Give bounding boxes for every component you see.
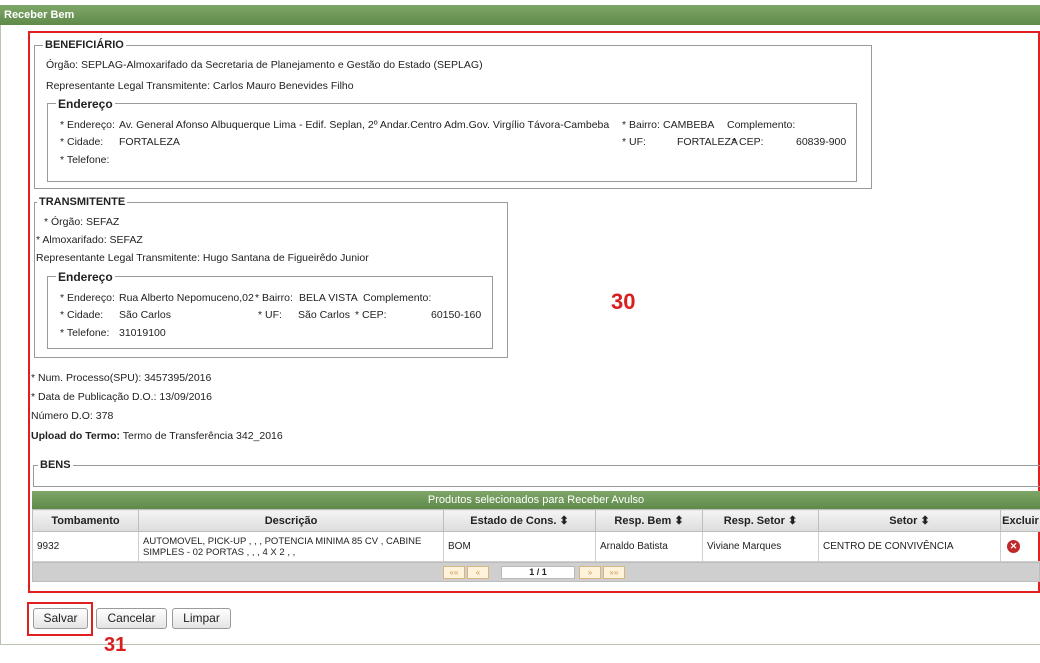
- bens-legend: BENS: [38, 459, 73, 471]
- cell-resp-setor: Viviane Marques: [702, 531, 819, 562]
- benef-cep-value: 60839-900: [796, 136, 847, 148]
- numero-do: Número D.O: 378: [31, 410, 114, 422]
- pager-prev-button[interactable]: «: [467, 566, 489, 579]
- annotation-label-31: 31: [104, 634, 127, 656]
- pager-current-page: 1 / 1: [501, 566, 575, 579]
- delete-icon[interactable]: ✕: [1007, 540, 1020, 553]
- beneficiario-legend: BENEFICIÁRIO: [43, 39, 126, 51]
- pager-next-button[interactable]: »: [579, 566, 601, 579]
- num-processo: * Num. Processo(SPU): 3457395/2016: [31, 372, 212, 384]
- benef-bairro-value: CAMBEBA: [663, 119, 715, 131]
- trans-cidade-label: * Cidade:: [60, 309, 104, 321]
- transmitente-almoxarifado: * Almoxarifado: SEFAZ: [36, 234, 143, 246]
- cell-descricao: AUTOMOVEL, PICK-UP , , , POTENCIA MINIMA…: [138, 531, 444, 562]
- cancelar-button[interactable]: Cancelar: [96, 608, 167, 629]
- trans-cidade-value: São Carlos: [119, 309, 171, 321]
- annotation-label-30: 30: [611, 289, 636, 314]
- pager-first-button[interactable]: ««: [443, 566, 465, 579]
- upload-termo-label: Upload do Termo:: [31, 430, 121, 442]
- trans-complemento-label: Complemento:: [363, 292, 432, 304]
- transmitente-legend: TRANSMITENTE: [37, 196, 128, 208]
- window-title: Receber Bem: [0, 5, 1040, 25]
- transmitente-representante: Representante Legal Transmitente: Hugo S…: [36, 252, 369, 264]
- grid-title: Produtos selecionados para Receber Avuls…: [32, 491, 1040, 509]
- receber-bem-screen: Receber Bem 30 BENEFICIÁRIO Órgão: SEPLA…: [0, 0, 1040, 663]
- trans-endereco-label: * Endereço:: [60, 292, 115, 304]
- benef-endereco-value: Av. General Afonso Albuquerque Lima - Ed…: [119, 119, 610, 131]
- table-header-row: Tombamento Descrição Estado de Cons. ⬍ R…: [32, 509, 1040, 532]
- col-descricao[interactable]: Descrição: [138, 509, 444, 532]
- salvar-button[interactable]: Salvar: [33, 608, 88, 629]
- trans-telefone-value: 31019100: [119, 327, 166, 339]
- data-publicacao: * Data de Publicação D.O.: 13/09/2016: [31, 391, 212, 403]
- benef-uf-label: * UF:: [622, 136, 646, 148]
- transmitente-endereco-legend: Endereço: [56, 270, 115, 284]
- upload-termo-link[interactable]: Termo de Transferência 342_2016: [123, 430, 283, 442]
- produtos-grid: Produtos selecionados para Receber Avuls…: [32, 491, 1040, 582]
- benef-complemento-label: Complemento:: [727, 119, 796, 131]
- trans-bairro-value: BELA VISTA: [299, 292, 358, 304]
- cell-estado: BOM: [443, 531, 596, 562]
- trans-cep-value: 60150-160: [431, 309, 482, 321]
- col-excluir: Excluir: [1000, 509, 1040, 532]
- trans-telefone-label: * Telefone:: [60, 327, 110, 339]
- benef-cep-label: * CEP:: [732, 136, 764, 148]
- beneficiario-orgao: Órgão: SEPLAG-Almoxarifado da Secretaria…: [46, 59, 483, 71]
- trans-bairro-label: * Bairro:: [255, 292, 293, 304]
- table-row[interactable]: 9932 AUTOMOVEL, PICK-UP , , , POTENCIA M…: [32, 531, 1040, 562]
- trans-endereco-value: Rua Alberto Nepomuceno,02: [119, 292, 254, 304]
- col-setor[interactable]: Setor ⬍: [818, 509, 1001, 532]
- trans-uf-value: São Carlos: [298, 309, 350, 321]
- beneficiario-endereco-legend: Endereço: [56, 97, 115, 111]
- benef-cidade-label: * Cidade:: [60, 136, 104, 148]
- produtos-table: Tombamento Descrição Estado de Cons. ⬍ R…: [32, 509, 1040, 562]
- benef-endereco-label: * Endereço:: [60, 119, 115, 131]
- cell-setor: CENTRO DE CONVIVÊNCIA: [818, 531, 1001, 562]
- transmitente-orgao: * Órgão: SEFAZ: [44, 216, 120, 228]
- benef-bairro-label: * Bairro:: [622, 119, 660, 131]
- pager-last-button[interactable]: »»: [603, 566, 625, 579]
- trans-cep-label: * CEP:: [355, 309, 387, 321]
- benef-cidade-value: FORTALEZA: [119, 136, 180, 148]
- col-resp-setor[interactable]: Resp. Setor ⬍: [702, 509, 819, 532]
- beneficiario-representante: Representante Legal Transmitente: Carlos…: [46, 80, 354, 92]
- benef-telefone-label: * Telefone:: [60, 154, 110, 166]
- cell-resp-bem: Arnaldo Batista: [595, 531, 703, 562]
- benef-uf-value: FORTALEZA: [677, 136, 738, 148]
- cell-tombamento: 9932: [32, 531, 139, 562]
- trans-uf-label: * UF:: [258, 309, 282, 321]
- col-estado[interactable]: Estado de Cons. ⬍: [443, 509, 596, 532]
- col-resp-bem[interactable]: Resp. Bem ⬍: [595, 509, 703, 532]
- cell-excluir: ✕: [1000, 531, 1040, 562]
- bens-fieldset: BENS: [33, 459, 1040, 487]
- upload-termo: Upload do Termo: Termo de Transferência …: [31, 430, 283, 442]
- pager: «« « 1 / 1 » »»: [32, 562, 1040, 582]
- col-tombamento[interactable]: Tombamento: [32, 509, 139, 532]
- limpar-button[interactable]: Limpar: [172, 608, 231, 629]
